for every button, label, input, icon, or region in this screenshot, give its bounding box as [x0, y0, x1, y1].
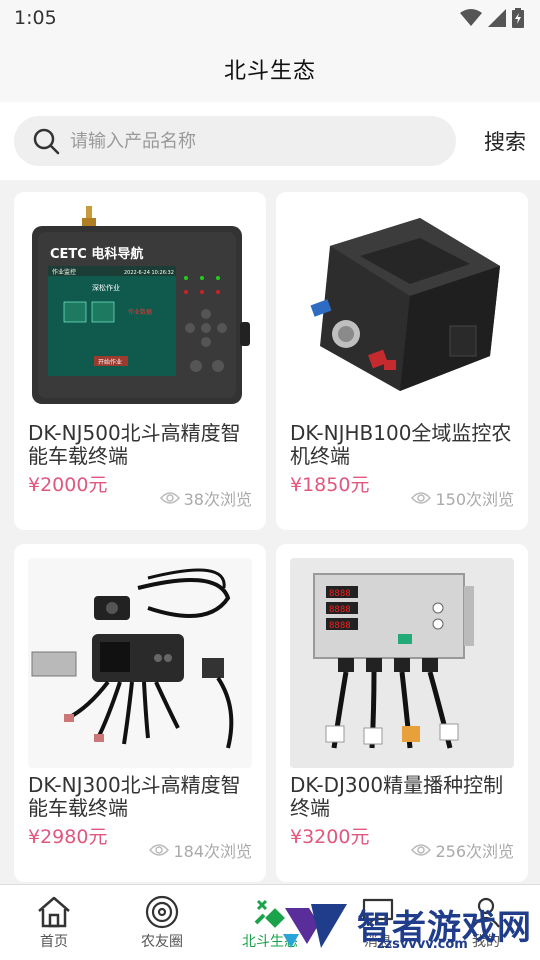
product-image: CETC 电科导航 作业监控 2022-6-24 10:26:32 深松作业 作…: [28, 206, 252, 416]
product-image: 8888 8888 8888: [290, 558, 514, 768]
product-image: [28, 558, 252, 768]
battery-icon: [512, 8, 524, 28]
view-count: 150次浏览: [411, 486, 514, 510]
view-count: 256次浏览: [411, 838, 514, 862]
watermark-url: zzsvvvv.com: [377, 937, 468, 952]
view-count-text: 150次浏览: [435, 490, 514, 509]
view-count-text: 184次浏览: [173, 842, 252, 861]
view-count: 184次浏览: [149, 838, 252, 862]
product-name: DK-DJ300精量播种控制终端: [290, 774, 504, 820]
home-icon: [38, 896, 70, 927]
product-card[interactable]: DK-NJHB100全域监控农机终端 ¥1850元 150次浏览: [276, 192, 528, 530]
product-name: DK-NJ300北斗高精度智能车载终端: [28, 774, 241, 820]
tab-label: 首页: [40, 933, 68, 950]
product-name: DK-NJHB100全域监控农机终端: [290, 422, 512, 468]
product-card[interactable]: DK-NJ300北斗高精度智能车载终端 ¥2980元 184次浏览: [14, 544, 266, 882]
status-time: 1:05: [14, 7, 57, 29]
status-icons: [460, 8, 524, 28]
page-title: 北斗生态: [223, 59, 316, 84]
watermark: 智者游戏网 zzsvvvv.com: [281, 894, 532, 954]
signal-icon: [488, 9, 506, 27]
circle-icon: [145, 895, 179, 928]
eye-icon: [159, 492, 180, 504]
search-button[interactable]: 搜索: [456, 126, 526, 156]
device-brand: CETC 电科导航: [50, 246, 143, 262]
product-card[interactable]: CETC 电科导航 作业监控 2022-6-24 10:26:32 深松作业 作…: [14, 192, 266, 530]
view-count-text: 38次浏览: [183, 490, 252, 509]
eye-icon: [411, 492, 432, 504]
product-grid: CETC 电科导航 作业监控 2022-6-24 10:26:32 深松作业 作…: [0, 180, 540, 882]
svg-text:8888: 8888: [329, 589, 351, 599]
search-input[interactable]: [70, 130, 438, 152]
eye-icon: [411, 844, 432, 856]
search-row: 搜索: [0, 102, 540, 180]
product-name: DK-NJ500北斗高精度智能车载终端: [28, 422, 241, 468]
status-bar: 1:05: [0, 0, 540, 36]
svg-text:8888: 8888: [329, 605, 351, 615]
device-panel-title: 作业监控: [52, 268, 76, 276]
device-date: 2022-6-24 10:26:32: [124, 270, 174, 276]
product-card[interactable]: 8888 8888 8888 DK-DJ300精量播种控制终端 ¥3200元 2…: [276, 544, 528, 882]
device-mode: 深松作业: [92, 283, 120, 292]
tab-farmer-circle[interactable]: 农友圈: [108, 885, 216, 960]
wifi-icon: [460, 9, 482, 26]
search-box[interactable]: [14, 116, 456, 166]
svg-text:作业数据: 作业数据: [128, 308, 152, 316]
search-icon: [33, 128, 60, 155]
view-count-text: 256次浏览: [435, 842, 514, 861]
tab-home[interactable]: 首页: [0, 885, 108, 960]
device-start: 开始作业: [98, 358, 122, 366]
title-bar: 北斗生态: [0, 36, 540, 102]
watermark-logo-icon: [283, 904, 347, 948]
product-image: [290, 206, 514, 416]
svg-text:8888: 8888: [329, 621, 351, 631]
tab-label: 农友圈: [141, 933, 183, 950]
eye-icon: [149, 844, 170, 856]
view-count: 38次浏览: [159, 486, 252, 510]
